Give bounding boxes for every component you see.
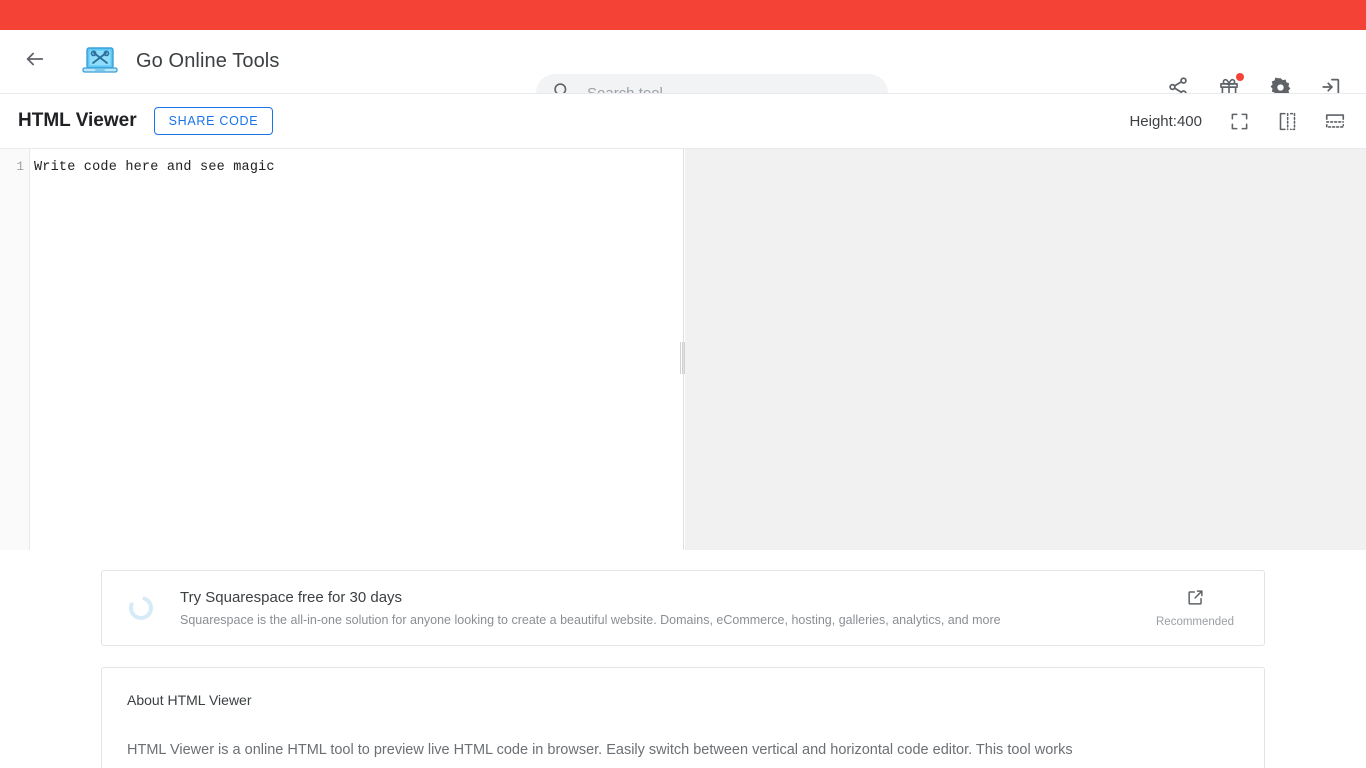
splitter-grip xyxy=(680,342,685,374)
advertisement-description: Squarespace is the all-in-one solution f… xyxy=(180,613,1001,627)
advertisement-card[interactable]: Try Squarespace free for 30 days Squares… xyxy=(101,570,1265,646)
pane-splitter-handle[interactable] xyxy=(678,149,686,550)
fullscreen-icon[interactable] xyxy=(1228,110,1250,132)
line-number: 1 xyxy=(16,160,24,174)
code-editor-pane: 1 Write code here and see magic xyxy=(0,149,684,550)
code-input[interactable]: Write code here and see magic xyxy=(30,149,683,550)
recommended-label: Recommended xyxy=(1156,616,1234,628)
about-section: About HTML Viewer HTML Viewer is a onlin… xyxy=(101,667,1265,768)
height-setting[interactable]: Height:400 xyxy=(1129,113,1202,130)
html-preview-pane[interactable] xyxy=(684,149,1366,550)
lower-content: Try Squarespace free for 30 days Squares… xyxy=(0,550,1366,768)
toolbar-right-controls: Height:400 xyxy=(1129,110,1346,132)
external-link-icon[interactable] xyxy=(1144,588,1246,607)
workspace: 1 Write code here and see magic xyxy=(0,149,1366,550)
height-value: 400 xyxy=(1176,112,1202,130)
notification-banner: IT SEEMS LI xyxy=(0,0,1366,30)
about-heading: About HTML Viewer xyxy=(127,692,252,708)
arrow-left-icon xyxy=(24,48,46,75)
tool-toolbar: HTML Viewer SHARE CODE Height:400 xyxy=(0,93,1366,149)
advertisement-meta: Recommended xyxy=(1134,588,1246,628)
advertisement-body: Try Squarespace free for 30 days Squares… xyxy=(180,589,1134,627)
share-code-button[interactable]: SHARE CODE xyxy=(153,107,274,135)
editor-gutter: 1 xyxy=(0,149,30,550)
page-title: HTML Viewer xyxy=(18,110,137,131)
height-label: Height: xyxy=(1129,112,1177,130)
brand-home-link[interactable]: Go Online Tools xyxy=(80,44,279,80)
horizontal-split-icon[interactable] xyxy=(1324,110,1346,132)
laptop-tools-logo xyxy=(80,44,120,80)
about-body-text: HTML Viewer is a online HTML tool to pre… xyxy=(127,742,1073,758)
advertisement-title: Try Squarespace free for 30 days xyxy=(180,589,403,606)
brand-name: Go Online Tools xyxy=(136,50,280,72)
notification-badge-dot xyxy=(1236,73,1244,81)
back-button[interactable] xyxy=(18,45,52,79)
app-header: Go Online Tools xyxy=(0,30,1366,112)
loading-spinner-icon xyxy=(124,591,158,625)
vertical-split-icon[interactable] xyxy=(1276,110,1298,132)
